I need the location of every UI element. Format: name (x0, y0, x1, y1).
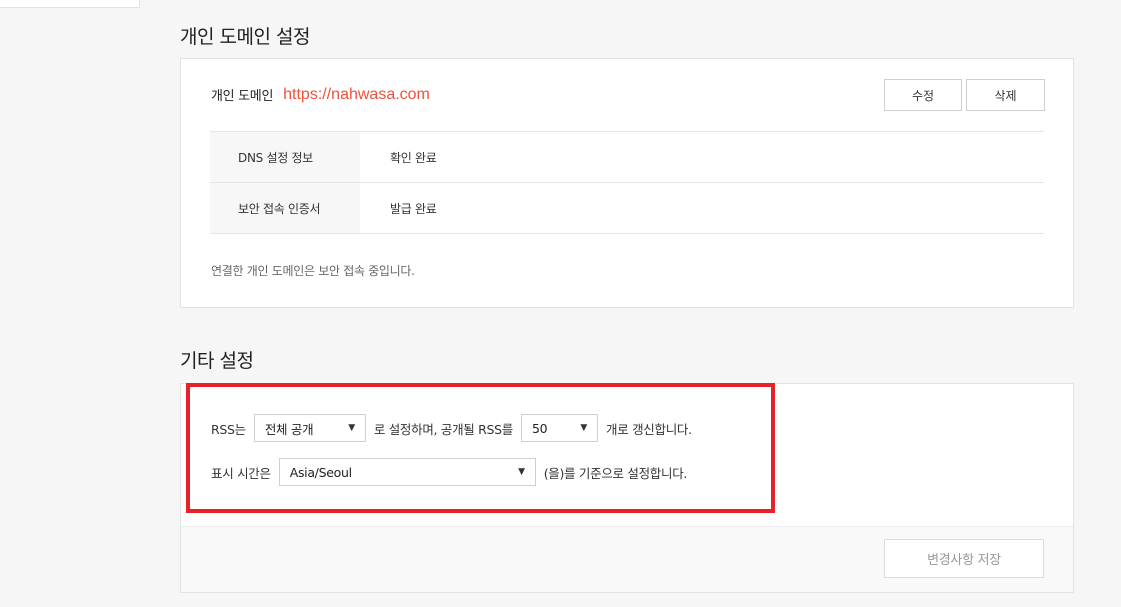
info-value: 발급 완료 (390, 201, 437, 216)
domain-info-table: DNS 설정 정보 확인 완료 보안 접속 인증서 발급 완료 (210, 131, 1044, 234)
panel-footer: 변경사항 저장 (181, 526, 1073, 592)
edit-button[interactable]: 수정 (884, 79, 962, 111)
domain-row: 개인 도메인 https://nahwasa.com (211, 85, 430, 105)
domain-panel: 개인 도메인 https://nahwasa.com 수정 삭제 DNS 설정 … (180, 58, 1074, 308)
secure-connection-note: 연결한 개인 도메인은 보안 접속 중입니다. (211, 264, 415, 278)
save-changes-button[interactable]: 변경사항 저장 (884, 539, 1044, 578)
sidebar-stub (0, 0, 140, 8)
info-key: 보안 접속 인증서 (210, 183, 360, 233)
table-row: 보안 접속 인증서 발급 완료 (210, 183, 1044, 234)
domain-section-title: 개인 도메인 설정 (180, 26, 310, 48)
info-value: 확인 완료 (390, 150, 437, 165)
domain-label: 개인 도메인 (211, 89, 274, 104)
info-key: DNS 설정 정보 (210, 132, 360, 182)
highlight-annotation-box (186, 383, 775, 513)
table-row: DNS 설정 정보 확인 완료 (210, 132, 1044, 183)
delete-button[interactable]: 삭제 (966, 79, 1045, 111)
domain-url-link[interactable]: https://nahwasa.com (283, 86, 430, 104)
other-section-title: 기타 설정 (180, 350, 254, 372)
